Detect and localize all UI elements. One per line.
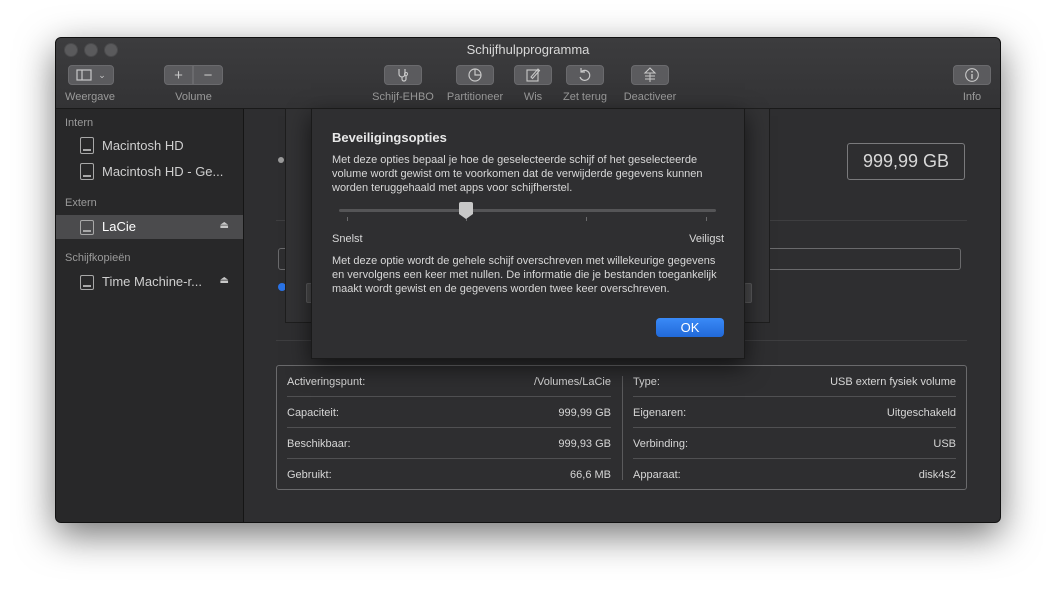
internal-disk-icon: [80, 163, 94, 180]
slider-min-label: Snelst: [332, 233, 363, 245]
dialog-title: Beveiligingsopties: [332, 130, 447, 145]
erase-label: Wis: [523, 91, 543, 103]
sidebar-icon: [76, 69, 92, 81]
option-description: Met deze optie wordt de gehele schijf ov…: [332, 255, 717, 295]
sidebar-item-time-machine[interactable]: Time Machine-r... ⏏: [56, 270, 243, 294]
unmount-icon: [643, 67, 657, 82]
sidebar-heading-extern: Extern: [65, 197, 97, 209]
disk-utility-window: Schijfhulpprogramma ⌄ Weergave + − Volum…: [55, 37, 1001, 523]
info-table: Activeringspunt: /Volumes/LaCie Capacite…: [276, 365, 967, 490]
first-aid-label: Schijf-EHBO: [372, 91, 434, 103]
minus-icon: −: [203, 66, 213, 84]
sidebar-item-macintosh-hd-data[interactable]: Macintosh HD - Ge...: [56, 160, 243, 184]
unmount-button[interactable]: [631, 65, 669, 85]
partition-label: Partitioneer: [446, 91, 504, 103]
eject-icon[interactable]: ⏏: [220, 220, 229, 231]
info-row-used: Gebruikt: 66,6 MB: [287, 469, 611, 481]
sidebar-item-label: LaCie: [102, 219, 136, 234]
sidebar-heading-intern: Intern: [65, 117, 94, 129]
slider-tick: [586, 217, 587, 221]
stethoscope-icon: [398, 69, 408, 82]
sidebar: Intern Macintosh HD Macintosh HD - Ge...…: [56, 109, 244, 522]
view-label: Weergave: [65, 91, 115, 103]
external-disk-icon: [80, 220, 94, 235]
slider-max-label: Veiligst: [689, 233, 724, 245]
sidebar-item-label: Macintosh HD - Ge...: [102, 164, 224, 179]
info-row-connection: Verbinding: USB: [633, 438, 956, 450]
slider-tick: [347, 217, 348, 221]
window-title: Schijfhulpprogramma: [466, 42, 590, 57]
restore-label: Zet terug: [562, 91, 608, 103]
view-button[interactable]: ⌄: [68, 65, 114, 85]
sidebar-item-lacie[interactable]: LaCie ⏏: [56, 215, 243, 239]
slider-tick: [706, 217, 707, 221]
dialog-description: Met deze opties bepaal je hoe de geselec…: [332, 154, 703, 194]
eject-icon[interactable]: ⏏: [220, 275, 229, 286]
pencil-icon: [526, 68, 541, 82]
info-row-capacity: Capaciteit: 999,99 GB: [287, 407, 611, 419]
sidebar-item-label: Macintosh HD: [102, 138, 184, 153]
info-row-mount-point: Activeringspunt: /Volumes/LaCie: [287, 376, 611, 388]
info-row-available: Beschikbaar: 999,93 GB: [287, 438, 611, 450]
info-icon: [965, 68, 979, 82]
info-row-owners: Eigenaren: Uitgeschakeld: [633, 407, 956, 419]
security-slider[interactable]: [339, 209, 716, 212]
partition-button[interactable]: [456, 65, 494, 85]
unmount-label: Deactiveer: [623, 91, 677, 103]
titlebar: Schijfhulpprogramma ⌄ Weergave + − Volum…: [56, 38, 1000, 109]
add-volume-button[interactable]: +: [164, 65, 193, 85]
slider-thumb[interactable]: [459, 202, 473, 219]
restore-arrow-icon: [579, 68, 591, 81]
pie-chart-icon: [468, 68, 482, 82]
volume-icon: [278, 157, 284, 163]
remove-volume-button[interactable]: −: [193, 65, 223, 85]
sidebar-item-macintosh-hd[interactable]: Macintosh HD: [56, 134, 243, 158]
first-aid-button[interactable]: [384, 65, 422, 85]
info-row-device: Apparaat: disk4s2: [633, 469, 956, 481]
plus-icon: +: [174, 66, 183, 84]
info-button[interactable]: [953, 65, 991, 85]
ok-button[interactable]: OK: [656, 318, 724, 337]
sidebar-item-label: Time Machine-r...: [102, 274, 202, 289]
capacity-badge: 999,99 GB: [847, 143, 965, 180]
info-row-type: Type: USB extern fysiek volume: [633, 376, 956, 388]
security-options-dialog: Beveiligingsopties Met deze opties bepaa…: [311, 108, 745, 359]
chevron-down-icon: ⌄: [98, 69, 106, 80]
sheet-button-right[interactable]: [744, 283, 752, 303]
internal-disk-icon: [80, 137, 94, 154]
sidebar-heading-disk-images: Schijfkopieën: [65, 252, 131, 264]
disk-image-icon: [80, 275, 94, 290]
info-label: Info: [962, 91, 982, 103]
erase-button[interactable]: [514, 65, 552, 85]
info-column-separator: [622, 376, 623, 480]
restore-button[interactable]: [566, 65, 604, 85]
volume-label: Volume: [175, 91, 212, 103]
